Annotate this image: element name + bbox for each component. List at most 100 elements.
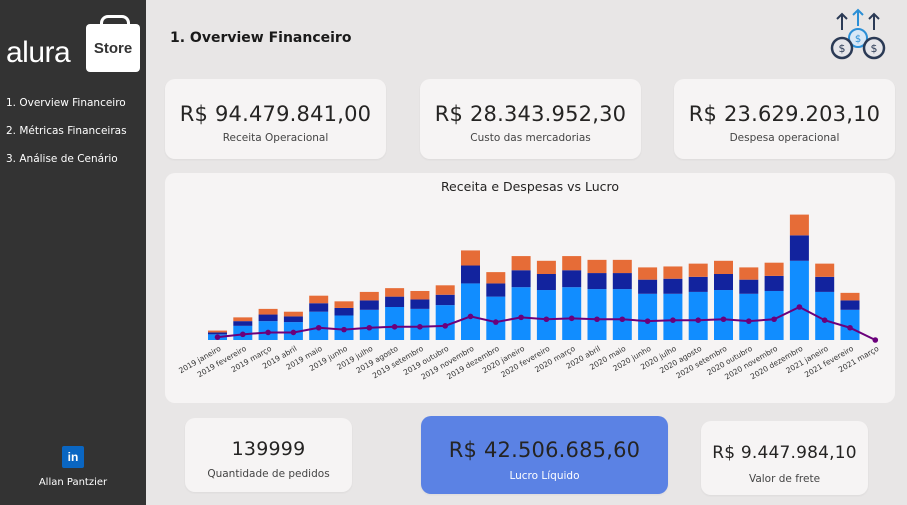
nav-item-analise[interactable]: 3. Análise de Cenário (6, 152, 144, 180)
bar-s0-21[interactable] (739, 293, 759, 340)
lucro-point-14[interactable] (568, 315, 575, 322)
lucro-point-10[interactable] (467, 313, 474, 320)
nav-item-metricas[interactable]: 2. Métricas Financeiras (6, 124, 144, 152)
lucro-point-0[interactable] (214, 334, 221, 340)
lucro-point-8[interactable] (417, 324, 423, 330)
bar-s1-16[interactable] (612, 273, 632, 290)
lucro-point-23[interactable] (796, 304, 803, 310)
bar-s2-7[interactable] (385, 288, 405, 297)
bar-s1-6[interactable] (359, 300, 379, 310)
lucro-point-4[interactable] (315, 324, 322, 331)
bar-s2-19[interactable] (688, 263, 708, 277)
bar-s2-9[interactable] (435, 285, 455, 295)
bar-s1-19[interactable] (688, 276, 708, 292)
bar-s1-14[interactable] (562, 270, 582, 288)
bar-s1-25[interactable] (840, 300, 860, 310)
bar-s1-8[interactable] (410, 299, 430, 309)
bar-s2-16[interactable] (612, 259, 632, 274)
bar-s0-20[interactable] (714, 290, 733, 340)
lucro-point-21[interactable] (746, 318, 752, 324)
bar-s0-16[interactable] (612, 289, 632, 340)
lucro-point-12[interactable] (518, 314, 524, 321)
lucro-point-7[interactable] (391, 324, 398, 330)
bar-s0-17[interactable] (638, 293, 658, 340)
nav-item-overview[interactable]: 1. Overview Financeiro (6, 96, 144, 124)
bar-s2-1[interactable] (233, 317, 253, 322)
receita-despesas-lucro-chart[interactable]: 2019 janeiro2019 fevereiro2019 março2019… (165, 173, 895, 403)
bar-s1-21[interactable] (739, 279, 759, 294)
lucro-point-13[interactable] (543, 316, 550, 323)
bar-s0-10[interactable] (461, 283, 480, 340)
bar-s1-10[interactable] (461, 265, 480, 284)
bar-s2-25[interactable] (840, 292, 860, 301)
bar-s2-18[interactable] (663, 266, 683, 279)
bar-s0-18[interactable] (663, 293, 683, 340)
bar-s1-17[interactable] (638, 279, 658, 294)
alura-store-logo: alura Store (4, 14, 142, 74)
bar-s2-21[interactable] (739, 267, 759, 280)
bar-s2-0[interactable] (208, 330, 227, 333)
bar-s1-18[interactable] (663, 278, 683, 294)
bar-s1-11[interactable] (486, 283, 506, 297)
lucro-point-5[interactable] (341, 326, 347, 333)
bar-s1-20[interactable] (714, 274, 733, 291)
bar-s2-15[interactable] (587, 259, 607, 274)
lucro-point-1[interactable] (240, 331, 246, 338)
bar-s1-15[interactable] (587, 273, 607, 290)
bar-s1-1[interactable] (233, 321, 253, 326)
bar-s0-7[interactable] (385, 307, 405, 340)
bar-s2-8[interactable] (410, 290, 430, 300)
lucro-point-11[interactable] (493, 319, 499, 325)
bar-s2-4[interactable] (309, 295, 329, 304)
bar-s2-14[interactable] (562, 256, 582, 271)
linkedin-icon[interactable]: in (62, 446, 84, 468)
bar-s1-5[interactable] (334, 307, 354, 316)
bar-s0-12[interactable] (511, 287, 531, 340)
bar-s2-23[interactable] (789, 214, 809, 236)
lucro-point-25[interactable] (847, 324, 853, 331)
bar-s2-12[interactable] (511, 256, 531, 271)
bar-s0-13[interactable] (536, 290, 556, 340)
bar-s1-4[interactable] (309, 303, 329, 312)
lucro-point-22[interactable] (771, 316, 777, 323)
bar-s0-23[interactable] (789, 260, 809, 340)
bar-s2-24[interactable] (815, 263, 835, 277)
bar-s2-11[interactable] (486, 272, 506, 284)
bar-s1-12[interactable] (511, 270, 531, 288)
lucro-point-18[interactable] (670, 317, 676, 323)
bar-s1-0[interactable] (208, 332, 227, 335)
bar-s0-6[interactable] (359, 309, 379, 340)
lucro-point-19[interactable] (695, 317, 701, 323)
bar-s1-2[interactable] (258, 314, 278, 322)
lucro-point-26[interactable] (872, 337, 879, 343)
bar-s1-9[interactable] (435, 294, 455, 306)
bar-s2-20[interactable] (714, 260, 733, 274)
bar-s1-3[interactable] (283, 316, 303, 323)
bar-s1-22[interactable] (764, 275, 784, 291)
bar-s0-19[interactable] (688, 291, 708, 340)
lucro-point-9[interactable] (442, 323, 449, 329)
lucro-point-24[interactable] (821, 317, 828, 323)
bar-s2-6[interactable] (359, 291, 379, 301)
bar-s2-3[interactable] (283, 311, 303, 317)
bar-s0-14[interactable] (562, 287, 582, 340)
bar-s1-24[interactable] (815, 276, 835, 292)
bar-s1-13[interactable] (536, 274, 556, 291)
bar-s1-7[interactable] (385, 296, 405, 307)
lucro-point-6[interactable] (366, 324, 373, 331)
lucro-point-2[interactable] (265, 329, 271, 336)
lucro-point-20[interactable] (720, 316, 727, 323)
bar-s0-15[interactable] (587, 289, 607, 340)
bar-s1-23[interactable] (789, 235, 809, 261)
bar-s2-13[interactable] (536, 260, 556, 274)
bar-s2-10[interactable] (461, 250, 480, 266)
bar-s2-5[interactable] (334, 301, 354, 308)
lucro-point-17[interactable] (644, 318, 651, 324)
bar-s2-2[interactable] (258, 308, 278, 315)
bar-s2-17[interactable] (638, 267, 658, 280)
lucro-point-3[interactable] (290, 329, 297, 336)
bar-s0-11[interactable] (486, 296, 506, 340)
lucro-point-15[interactable] (594, 316, 600, 323)
bar-s2-22[interactable] (764, 262, 784, 276)
lucro-point-16[interactable] (619, 316, 626, 323)
